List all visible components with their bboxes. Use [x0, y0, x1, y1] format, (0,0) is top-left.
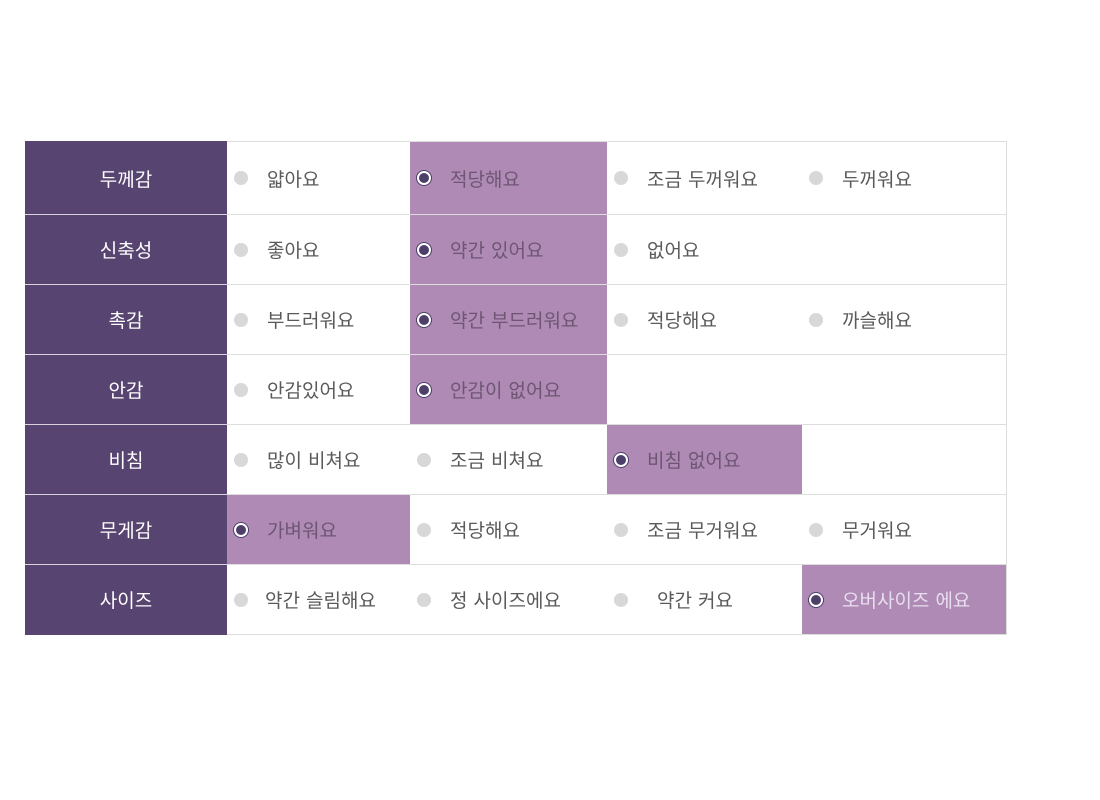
option-cell[interactable]: 약간 커요	[607, 564, 802, 635]
option-label: 없어요	[647, 240, 700, 262]
option-cell-selected[interactable]: 오버사이즈 에요	[802, 564, 1007, 635]
row-thickness: 두께감 얇아요 적당해요 조금 두꺼워요 두꺼워요	[25, 141, 1007, 215]
option-label: 까슬해요	[842, 310, 912, 332]
option-label: 얇아요	[267, 168, 320, 191]
option-cell[interactable]: 많이 비쳐요	[226, 424, 410, 495]
empty-cell	[802, 214, 1007, 285]
option-label: 조금 두꺼워요	[647, 168, 758, 191]
option-cell[interactable]: 얇아요	[226, 141, 410, 215]
row-header: 두께감	[25, 141, 227, 215]
empty-cell	[607, 354, 802, 425]
radio-icon[interactable]	[234, 592, 248, 607]
empty-cell	[802, 354, 1007, 425]
option-cell[interactable]: 두꺼워요	[802, 141, 1007, 215]
option-cell-selected[interactable]: 적당해요	[410, 141, 607, 215]
radio-icon[interactable]	[417, 522, 431, 537]
radio-icon[interactable]	[614, 592, 628, 607]
option-label: 약간 커요	[657, 590, 733, 612]
row-header: 안감	[25, 354, 227, 425]
radio-icon[interactable]	[614, 171, 628, 185]
radio-icon[interactable]	[417, 452, 431, 467]
row-header: 사이즈	[25, 564, 227, 635]
radio-checked-icon[interactable]	[417, 171, 431, 185]
radio-icon[interactable]	[234, 382, 248, 397]
option-label: 정 사이즈에요	[450, 590, 561, 612]
option-cell[interactable]: 까슬해요	[802, 284, 1007, 355]
row-elasticity: 신축성 좋아요 약간 있어요 없어요	[25, 214, 1007, 285]
option-cell[interactable]: 적당해요	[607, 284, 802, 355]
option-cell[interactable]: 적당해요	[410, 494, 607, 565]
option-label: 좋아요	[267, 240, 320, 262]
option-cell[interactable]: 없어요	[607, 214, 802, 285]
option-cell[interactable]: 좋아요	[226, 214, 410, 285]
option-label: 가벼워요	[267, 520, 337, 542]
option-cell-selected[interactable]: 안감이 없어요	[410, 354, 607, 425]
option-label: 많이 비쳐요	[267, 450, 361, 472]
radio-icon[interactable]	[614, 312, 628, 327]
radio-checked-icon[interactable]	[417, 242, 431, 257]
radio-icon[interactable]	[417, 592, 431, 607]
radio-icon[interactable]	[234, 242, 248, 257]
row-texture: 촉감 부드러워요 약간 부드러워요 적당해요 까슬해요	[25, 284, 1007, 355]
radio-checked-icon[interactable]	[809, 592, 823, 607]
option-cell[interactable]: 정 사이즈에요	[410, 564, 607, 635]
option-label: 두꺼워요	[842, 168, 912, 191]
option-cell[interactable]: 조금 비쳐요	[410, 424, 607, 495]
radio-icon[interactable]	[234, 312, 248, 327]
option-cell[interactable]: 안감있어요	[226, 354, 410, 425]
row-header: 촉감	[25, 284, 227, 355]
option-cell[interactable]: 무거워요	[802, 494, 1007, 565]
option-label: 약간 슬림해요	[265, 590, 376, 612]
option-cell[interactable]: 부드러워요	[226, 284, 410, 355]
empty-cell	[802, 424, 1007, 495]
radio-icon[interactable]	[809, 522, 823, 537]
option-label: 적당해요	[647, 310, 717, 332]
row-header: 신축성	[25, 214, 227, 285]
option-cell-selected[interactable]: 약간 부드러워요	[410, 284, 607, 355]
row-sheerness: 비침 많이 비쳐요 조금 비쳐요 비침 없어요	[25, 424, 1007, 495]
option-label: 약간 부드러워요	[450, 310, 579, 332]
row-lining: 안감 안감있어요 안감이 없어요	[25, 354, 1007, 425]
option-label: 안감이 없어요	[450, 380, 561, 402]
product-attribute-table: 두께감 얇아요 적당해요 조금 두꺼워요 두꺼워요 신축성 좋아요 약간 있어요…	[25, 141, 1007, 635]
option-label: 조금 무거워요	[647, 520, 758, 542]
radio-icon[interactable]	[234, 452, 248, 467]
option-cell-selected[interactable]: 비침 없어요	[607, 424, 802, 495]
radio-checked-icon[interactable]	[234, 522, 248, 537]
option-label: 부드러워요	[267, 310, 355, 332]
row-size: 사이즈 약간 슬림해요 정 사이즈에요 약간 커요 오버사이즈 에요	[25, 564, 1007, 635]
option-cell-selected[interactable]: 가벼워요	[226, 494, 410, 565]
option-label: 적당해요	[450, 168, 520, 191]
row-header: 비침	[25, 424, 227, 495]
radio-icon[interactable]	[614, 242, 628, 257]
option-cell[interactable]: 조금 무거워요	[607, 494, 802, 565]
radio-checked-icon[interactable]	[417, 312, 431, 327]
row-header: 무게감	[25, 494, 227, 565]
radio-checked-icon[interactable]	[417, 382, 431, 397]
radio-icon[interactable]	[809, 171, 823, 185]
option-label: 오버사이즈 에요	[842, 590, 971, 612]
option-label: 적당해요	[450, 520, 520, 542]
option-cell-selected[interactable]: 약간 있어요	[410, 214, 607, 285]
option-label: 안감있어요	[267, 380, 355, 402]
radio-checked-icon[interactable]	[614, 452, 628, 467]
radio-icon[interactable]	[809, 312, 823, 327]
option-label: 조금 비쳐요	[450, 450, 544, 472]
option-label: 약간 있어요	[450, 240, 544, 262]
option-cell[interactable]: 조금 두꺼워요	[607, 141, 802, 215]
row-weight: 무게감 가벼워요 적당해요 조금 무거워요 무거워요	[25, 494, 1007, 565]
option-label: 무거워요	[842, 520, 912, 542]
radio-icon[interactable]	[614, 522, 628, 537]
option-cell[interactable]: 약간 슬림해요	[226, 564, 410, 635]
radio-icon[interactable]	[234, 171, 248, 185]
option-label: 비침 없어요	[647, 450, 741, 472]
